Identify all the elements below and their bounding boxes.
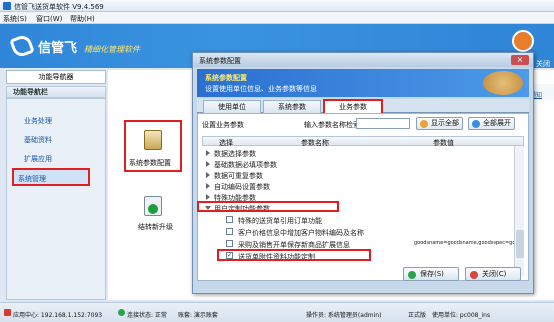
dialog-titlebar: 系统参数配置 ×	[193, 53, 533, 67]
save-icon	[408, 271, 416, 279]
param-checkbox[interactable]	[226, 240, 233, 247]
tab-navigator[interactable]: 功能导航器	[6, 70, 106, 84]
nav-panel	[6, 98, 106, 300]
close-icon	[470, 271, 478, 279]
group-label: 基础数据必填项参数	[214, 161, 277, 169]
group-row[interactable]: 数据可重复参数	[202, 170, 520, 180]
dialog-close-button[interactable]: ×	[511, 55, 529, 65]
nav-header: 功能导航栏	[6, 86, 106, 98]
nav-item-business[interactable]: 业务处理	[24, 116, 52, 126]
group-highlight	[197, 201, 339, 212]
menu-help[interactable]: 帮助(H)	[70, 14, 95, 24]
col-name: 参数名称	[301, 139, 329, 147]
expand-arrow-icon	[206, 161, 210, 167]
nav-item-system[interactable]: 系统管理	[18, 174, 46, 184]
menu-system[interactable]: 系统(S)	[3, 14, 27, 24]
group-label: 自动编码设置参数	[214, 183, 270, 191]
param-row: 特殊的送货单引用订单功能	[202, 215, 520, 225]
save-label: 保存(S)	[420, 270, 444, 278]
close-button[interactable]: 关闭(C)	[465, 267, 521, 281]
param-row: 采购及销售开单保存新商品扩展信息 goodsname=goodsname,good…	[202, 239, 520, 249]
dialog-title: 系统参数配置	[199, 57, 241, 65]
business-params-label: 设置业务参数	[202, 121, 244, 129]
param-search-input[interactable]	[356, 118, 410, 129]
dialog-tabs: 使用单位 系统参数 业务参数	[197, 99, 529, 113]
menu-window[interactable]: 窗口(W)	[36, 14, 62, 24]
tab-business-params[interactable]: 业务参数	[323, 99, 383, 113]
group-row[interactable]: 数据选择参数	[202, 148, 520, 158]
power-icon[interactable]	[512, 30, 534, 52]
check-icon	[148, 204, 158, 214]
group-label: 数据可重复参数	[214, 172, 263, 180]
status-edition: 正式版	[408, 312, 427, 319]
param-checkbox[interactable]	[226, 228, 233, 235]
tab-system-params[interactable]: 系统参数	[263, 100, 321, 113]
status-server: 应用中心: 192.168.1.152:7093	[13, 312, 103, 319]
show-all-label: 显示全部	[431, 119, 459, 127]
logo-text: 信管飞	[38, 41, 78, 56]
expand-arrow-icon	[206, 172, 210, 178]
server-icon	[4, 309, 11, 316]
system-params-dialog: 系统参数配置 × 系统参数配置 设置使用单位信息、业务参数等信息 使用单位 系统…	[192, 52, 534, 294]
col-select: 选择	[219, 139, 233, 147]
group-row[interactable]: 基础数据必填项参数	[202, 159, 520, 169]
dialog-header-subtitle: 设置使用单位信息、业务参数等信息	[205, 85, 317, 93]
col-value: 参数值	[433, 139, 454, 147]
param-checkbox[interactable]	[226, 216, 233, 223]
status-unit: 使用单位: pc008_ins	[432, 312, 491, 319]
database-gear-icon	[144, 130, 162, 150]
feature-system-params-label: 系统参数配置	[129, 159, 171, 167]
dialog-header: 系统参数配置 设置使用单位信息、业务参数等信息	[197, 69, 529, 97]
nav-item-extensions[interactable]: 扩展应用	[24, 154, 52, 164]
close-label: 关闭(C)	[482, 270, 507, 278]
grid-scrollbar[interactable]	[514, 146, 524, 276]
save-button[interactable]: 保存(S)	[403, 267, 459, 281]
status-operator: 操作员: 系统管理员(admin)	[306, 312, 382, 319]
show-all-button[interactable]: 显示全部	[416, 117, 463, 130]
grid-header: 选择 参数名称 参数值	[202, 136, 524, 147]
status-connection: 连接状态: 正常	[127, 312, 167, 319]
tab-using-unit[interactable]: 使用单位	[203, 100, 261, 113]
app-icon	[3, 2, 11, 10]
param-name: 特殊的送货单引用订单功能	[238, 217, 322, 225]
gear-icon	[483, 71, 523, 95]
power-label: 关闭	[536, 60, 550, 68]
scroll-thumb[interactable]	[516, 230, 524, 258]
search-label: 输入参数名称检索:	[304, 121, 363, 129]
expand-arrow-icon	[206, 194, 210, 200]
expand-icon	[472, 120, 480, 128]
feature-upgrade-label: 结转新升级	[138, 223, 173, 231]
param-value[interactable]: goodsname=goodsname,goodsspec=go	[414, 240, 515, 246]
nav-item-basic-data[interactable]: 基础资料	[24, 135, 52, 145]
connection-icon	[118, 309, 125, 316]
dialog-header-title: 系统参数配置	[205, 74, 247, 82]
param-row: 客户价格信息中增加客户物料编码及名称	[202, 227, 520, 237]
status-account: 账套: 演示账套	[178, 312, 218, 319]
item-highlight	[217, 249, 371, 261]
param-name: 客户价格信息中增加客户物料编码及名称	[238, 229, 364, 237]
group-label: 数据选择参数	[214, 150, 256, 158]
show-all-icon	[420, 120, 428, 128]
expand-arrow-icon	[206, 183, 210, 189]
group-row[interactable]: 自动编码设置参数	[202, 181, 520, 191]
menu-bar: 系统(S) 窗口(W) 帮助(H)	[0, 12, 554, 24]
expand-all-label: 全部展开	[483, 119, 511, 127]
expand-arrow-icon	[206, 150, 210, 156]
app-title: 信管飞送货单软件 V9.4.569	[14, 3, 104, 11]
title-bar: 信管飞送货单软件 V9.4.569	[0, 0, 554, 12]
slogan: 精细化管理软件	[84, 45, 140, 54]
expand-all-button[interactable]: 全部展开	[468, 117, 515, 130]
logo-icon	[9, 33, 35, 59]
status-bar: 应用中心: 192.168.1.152:7093 连接状态: 正常 账套: 演示…	[0, 302, 554, 322]
